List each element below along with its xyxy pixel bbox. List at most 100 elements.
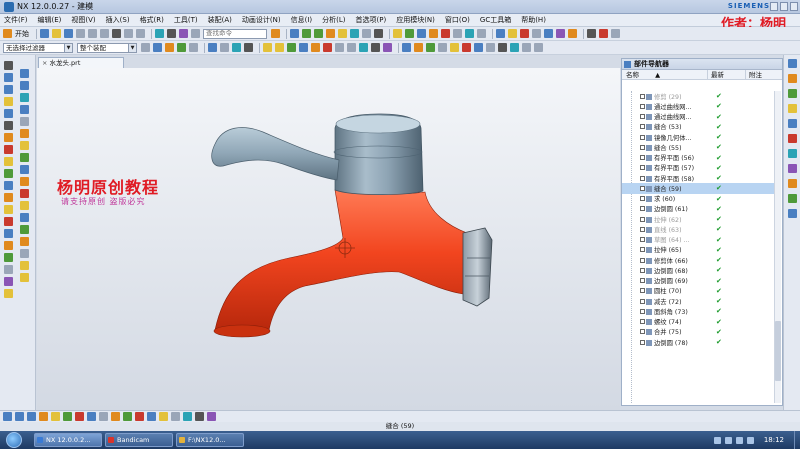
render-icon[interactable]	[568, 29, 577, 38]
visibility-checkbox[interactable]	[640, 288, 645, 294]
clock[interactable]: 18:12	[764, 436, 784, 444]
toggle-icon[interactable]	[191, 29, 200, 38]
assembly-scope-select[interactable]: 整个装配 ▼	[77, 42, 137, 53]
view-trimetric-icon[interactable]	[51, 412, 60, 421]
draft-icon[interactable]	[429, 29, 438, 38]
point-set-icon[interactable]	[4, 289, 13, 298]
lasso-select-icon[interactable]	[177, 43, 186, 52]
pan-icon[interactable]	[111, 412, 120, 421]
scroll-thumb[interactable]	[775, 321, 781, 381]
show-desktop-button[interactable]	[794, 431, 800, 449]
bounded-grid-icon[interactable]	[359, 43, 368, 52]
menu-item-6[interactable]: 装配(A)	[208, 15, 232, 25]
split-body-icon[interactable]	[453, 29, 462, 38]
hd3d-tools-icon[interactable]	[788, 119, 797, 128]
menu-item-12[interactable]: 窗口(O)	[445, 15, 470, 25]
point-on-curve-icon[interactable]	[335, 43, 344, 52]
combined-curve-icon[interactable]	[4, 277, 13, 286]
navigator-scrollbar[interactable]	[774, 91, 781, 403]
taskbar-button-1[interactable]: Bandicam	[105, 433, 173, 447]
visibility-checkbox[interactable]	[640, 165, 645, 171]
visibility-checkbox[interactable]	[640, 226, 645, 232]
arrow-icon[interactable]	[534, 43, 543, 52]
history-icon[interactable]	[788, 149, 797, 158]
graphics-viewport[interactable]: 杨明原创教程 请支持原创 盗版必究	[37, 68, 620, 410]
feature-row[interactable]: 有界平面 (58) ✔	[622, 173, 775, 183]
display-icon[interactable]	[167, 29, 176, 38]
endpoint-snap-icon[interactable]	[263, 43, 272, 52]
feature-row[interactable]: 合并 (75) ✔	[622, 327, 775, 337]
offset-icon[interactable]	[532, 29, 541, 38]
edit-curve-icon[interactable]	[4, 241, 13, 250]
control-point-snap-icon[interactable]	[287, 43, 296, 52]
wcs-icon[interactable]	[498, 43, 507, 52]
circle-icon[interactable]	[4, 85, 13, 94]
layer-icon[interactable]	[587, 29, 596, 38]
windows-start-button[interactable]	[6, 432, 22, 448]
open-file-icon[interactable]	[52, 29, 61, 38]
feature-row[interactable]: 拉伸 (62) ✔	[622, 214, 775, 224]
visibility-checkbox[interactable]	[640, 308, 645, 314]
block-icon[interactable]	[20, 69, 29, 78]
rotate-icon[interactable]	[123, 412, 132, 421]
plus-icon[interactable]	[522, 43, 531, 52]
trimmed-sheet-icon[interactable]	[20, 237, 29, 246]
studio-surface-icon[interactable]	[20, 201, 29, 210]
view-back-icon[interactable]	[75, 412, 84, 421]
close-icon[interactable]: ×	[42, 59, 47, 67]
feature-row[interactable]: 边倒圆 (69) ✔	[622, 276, 775, 286]
menu-item-0[interactable]: 文件(F)	[4, 15, 28, 25]
visibility-checkbox[interactable]	[640, 267, 645, 273]
offset-curve-icon[interactable]	[4, 145, 13, 154]
cone-icon[interactable]	[20, 93, 29, 102]
select-all-icon[interactable]	[141, 43, 150, 52]
csys-icon[interactable]	[510, 43, 519, 52]
paste-icon[interactable]	[100, 29, 109, 38]
hide-icon[interactable]	[611, 29, 620, 38]
component-rule-icon[interactable]	[450, 43, 459, 52]
n-sided-surface-icon[interactable]	[20, 177, 29, 186]
maximize-icon[interactable]	[780, 2, 788, 11]
menu-item-1[interactable]: 编辑(E)	[38, 15, 62, 25]
minimize-icon[interactable]	[770, 2, 778, 11]
feature-rule-icon[interactable]	[438, 43, 447, 52]
isoparametric-icon[interactable]	[4, 265, 13, 274]
background-icon[interactable]	[171, 412, 180, 421]
copy-icon[interactable]	[88, 29, 97, 38]
visibility-checkbox[interactable]	[640, 175, 645, 181]
view-left-icon[interactable]	[63, 412, 72, 421]
revolve-icon[interactable]	[314, 29, 323, 38]
selection-filter-select[interactable]: 无选择过滤器 ▼	[3, 42, 73, 53]
visibility-checkbox[interactable]	[640, 114, 645, 120]
color-icon[interactable]	[599, 29, 608, 38]
extract-curve-icon[interactable]	[4, 253, 13, 262]
window-icon[interactable]	[179, 29, 188, 38]
taskbar-button-0[interactable]: NX 12.0.0.2...	[34, 433, 102, 447]
new-file-icon[interactable]	[40, 29, 49, 38]
feature-row[interactable]: 通过曲线网... ✔	[622, 112, 775, 122]
view-top-icon[interactable]	[3, 412, 12, 421]
mirror-icon[interactable]	[465, 29, 474, 38]
column-latest[interactable]: 最新	[708, 70, 746, 79]
menu-item-9[interactable]: 分析(L)	[322, 15, 345, 25]
constraint-navigator-icon[interactable]	[788, 89, 797, 98]
save-icon[interactable]	[64, 29, 73, 38]
feature-row[interactable]: 镜像几何体... ✔	[622, 132, 775, 142]
menu-item-14[interactable]: 帮助(H)	[521, 15, 546, 25]
point-icon[interactable]	[20, 273, 29, 282]
view-right-icon[interactable]	[27, 412, 36, 421]
menu-item-2[interactable]: 视图(V)	[71, 15, 95, 25]
intersection-snap-icon[interactable]	[299, 43, 308, 52]
chamfer-icon[interactable]	[405, 29, 414, 38]
delete-icon[interactable]	[112, 29, 121, 38]
system-scenes-icon[interactable]	[788, 194, 797, 203]
helix-icon[interactable]	[4, 133, 13, 142]
deselect-icon[interactable]	[189, 43, 198, 52]
snapshot-icon[interactable]	[207, 412, 216, 421]
midpoint-snap-icon[interactable]	[275, 43, 284, 52]
spline-icon[interactable]	[4, 97, 13, 106]
menu-item-10[interactable]: 首选项(P)	[356, 15, 387, 25]
sketch-icon[interactable]	[290, 29, 299, 38]
column-name[interactable]: 名称 ▲	[622, 70, 708, 79]
bounded-plane-icon[interactable]	[20, 189, 29, 198]
